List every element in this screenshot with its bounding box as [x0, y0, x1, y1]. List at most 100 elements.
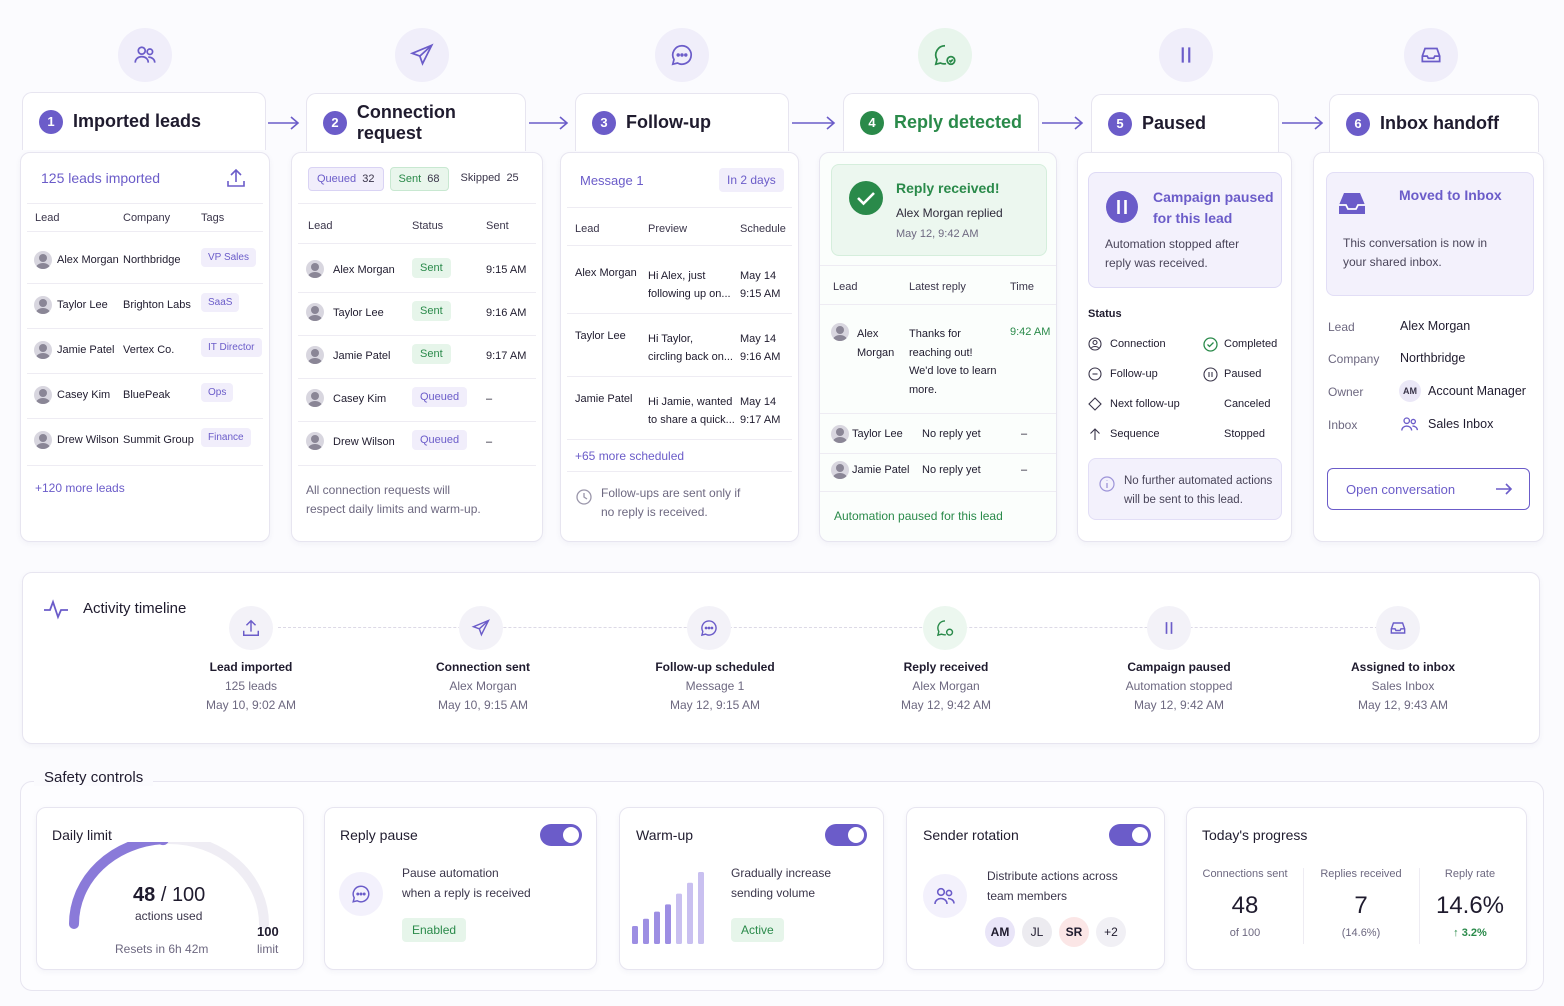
lead-name: Alex Morgan — [333, 264, 395, 276]
col-lead: Lead — [833, 281, 858, 293]
activity-icon — [44, 599, 68, 620]
reply-pause-desc: Pause automation when a reply is received — [402, 866, 531, 900]
table-row[interactable]: Jamie Patel Vertex Co. IT Director — [21, 338, 271, 365]
filter-skipped[interactable]: Skipped 25 — [455, 167, 525, 191]
connection-card: Queued 32 Sent 68 Skipped 25 Lead Status… — [291, 152, 543, 542]
table-row[interactable]: Jamie Patel Sent 9:17 AM — [292, 344, 544, 370]
arrow-right-icon — [1496, 483, 1513, 495]
chat-icon — [687, 606, 731, 650]
table-row[interactable]: Drew Wilson Summit Group Finance — [21, 428, 271, 455]
row-divider — [298, 335, 536, 336]
paused-banner: Campaign paused for this lead Automation … — [1088, 172, 1282, 288]
filter-sent[interactable]: Sent 68 — [389, 167, 449, 191]
latest-reply: No reply yet — [922, 428, 981, 440]
stage-tab-inbox[interactable]: 6 Inbox handoff — [1329, 94, 1539, 152]
sent-time: 9:15 AM — [486, 264, 527, 276]
table-row[interactable]: Jamie Patel Hi Jamie, wanted to share a qu… — [561, 391, 800, 431]
table-row[interactable]: Jamie Patel No reply yet – — [820, 461, 1058, 482]
warmup-toggle[interactable] — [825, 824, 867, 846]
open-conversation-button[interactable]: Open conversation — [1327, 468, 1530, 510]
table-row[interactable]: Alex Morgan Hi Alex, just following up on.… — [561, 265, 800, 305]
chat-check-icon — [918, 28, 972, 82]
sent-time: 9:17 AM — [486, 350, 527, 362]
upload-icon[interactable] — [226, 167, 246, 189]
status-value: Canceled — [1224, 398, 1271, 410]
stage-tab-followup[interactable]: 3 Follow-up — [575, 93, 789, 151]
stage-title: Inbox handoff — [1380, 113, 1499, 133]
safety-title: Safety controls — [34, 769, 154, 786]
connection-note: All connection requests will respect dail… — [306, 483, 481, 516]
table-row[interactable]: Casey Kim BluePeak Ops — [21, 383, 271, 410]
message-label: Message 1 — [580, 173, 644, 188]
table-row[interactable]: Taylor Lee Sent 9:16 AM — [292, 301, 544, 327]
col-lead: Lead — [575, 223, 600, 235]
tag-badge: IT Director — [201, 338, 262, 357]
stage-tab-paused[interactable]: 5 Paused — [1091, 94, 1279, 152]
reply-banner: Reply received! Alex Morgan replied May … — [831, 164, 1047, 256]
stage-tab-imported[interactable]: 1 Imported leads — [22, 92, 266, 150]
reply-card: Reply received! Alex Morgan replied May … — [819, 152, 1057, 542]
schedule-clock: 9:15 AM — [740, 288, 781, 300]
table-row[interactable]: Alex Morgan Sent 9:15 AM — [292, 258, 544, 284]
user-circle-icon — [1088, 337, 1102, 351]
status-badge: Sent — [412, 344, 451, 364]
rotation-desc: Distribute actions across team members — [987, 869, 1118, 903]
stage-tab-connection[interactable]: 2 Connection request — [306, 93, 526, 151]
avatar — [831, 425, 849, 443]
company-name: BluePeak — [123, 389, 171, 401]
status-badge: Queued — [412, 387, 468, 407]
chat-icon — [655, 28, 709, 82]
reply-pause-toggle[interactable] — [540, 824, 582, 846]
avatar — [34, 341, 52, 359]
table-row[interactable]: Taylor Lee Hi Taylor, circling back on... M… — [561, 328, 800, 368]
lead-name: Alex Morgan — [575, 267, 637, 279]
warmup-desc: Gradually increase sending volume — [731, 866, 832, 900]
message-preview: Hi Jamie, wanted to share a quick... — [648, 393, 735, 429]
table-row[interactable]: Taylor Lee No reply yet – — [820, 425, 1058, 446]
tag-badge: VP Sales — [201, 248, 256, 267]
timeline-event: Lead imported 125 leads May 10, 9:02 AM — [205, 660, 297, 712]
timeline-event: Campaign paused Automation stopped May 12,… — [1125, 660, 1233, 712]
field-label: Owner — [1328, 385, 1364, 399]
member-avatar: SR — [1059, 917, 1089, 947]
stage-title: Imported leads — [73, 111, 202, 131]
table-row[interactable]: Casey Kim Queued – — [292, 387, 544, 413]
activity-timeline: Activity timeline Lead imported 125 leads… — [22, 572, 1540, 744]
timeline-event: Assigned to inbox Sales Inbox May 12, 9:43… — [1350, 660, 1455, 712]
delay-badge: In 2 days — [719, 168, 784, 192]
reply-main-lead: Alex Morgan — [857, 328, 895, 359]
more-scheduled-link[interactable]: +65 more scheduled — [575, 449, 684, 463]
lead-name: Taylor Lee — [333, 307, 384, 319]
warmup-bar — [687, 882, 693, 944]
active-badge: Active — [731, 918, 784, 942]
table-row[interactable]: Alex Morgan Northbridge VP Sales — [21, 248, 271, 275]
stage-tab-reply[interactable]: 4 Reply detected — [843, 93, 1039, 151]
daily-limit-card: Daily limit 48 / 100 actions used Resets… — [36, 807, 304, 970]
arrow-right-icon — [792, 116, 836, 130]
table-row[interactable]: Drew Wilson Queued – — [292, 430, 544, 456]
col-latest-reply: Latest reply — [909, 281, 966, 293]
sent-time: – — [486, 436, 493, 448]
schedule-time: May 14 9:16 AM — [740, 330, 780, 366]
timeline-event: Follow-up scheduled Message 1 May 12, 9:15… — [655, 660, 775, 712]
field-value: Sales Inbox — [1428, 417, 1494, 431]
avatar — [34, 386, 52, 404]
row-divider — [27, 465, 263, 466]
col-lead: Lead — [35, 212, 60, 224]
inbox-card: Moved to Inbox This conversation is now … — [1313, 152, 1544, 542]
member-avatar: JL — [1022, 917, 1052, 947]
col-tags: Tags — [201, 212, 225, 224]
more-leads-link[interactable]: +120 more leads — [35, 481, 125, 495]
lead-name: Taylor Lee — [852, 428, 903, 440]
inbox-title: Moved to Inbox — [1399, 187, 1502, 203]
avatar — [831, 461, 849, 479]
button-label: Open conversation — [1346, 481, 1456, 497]
field-value: Northbridge — [1400, 351, 1466, 365]
rotation-toggle[interactable] — [1109, 824, 1151, 846]
table-row[interactable]: Taylor Lee Brighton Labs SaaS — [21, 293, 271, 320]
lead-name: Jamie Patel — [852, 464, 910, 476]
avatar — [306, 303, 324, 321]
inbox-banner: Moved to Inbox This conversation is now … — [1326, 172, 1534, 296]
team-icon — [1401, 417, 1419, 431]
filter-queued[interactable]: Queued 32 — [308, 167, 384, 191]
